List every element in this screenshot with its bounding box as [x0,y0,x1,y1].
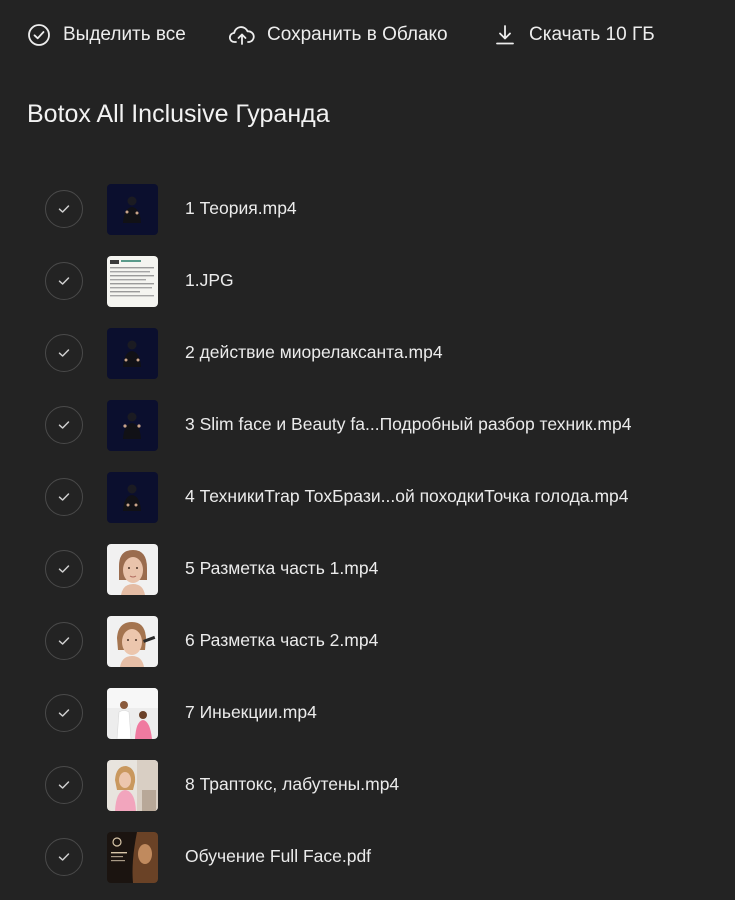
save-to-cloud-button[interactable]: Сохранить в Облако [229,21,448,49]
checkmark-icon [58,853,70,861]
file-name[interactable]: Обучение Full Face.pdf [185,846,371,867]
checkmark-icon [58,493,70,501]
download-label: Скачать 10 ГБ [529,24,655,45]
cloud-upload-icon [229,23,255,47]
checkmark-icon [58,421,70,429]
file-list: 1 Теория.mp4 1.JPG 2 действие миорелакса… [0,174,735,894]
file-name[interactable]: 1.JPG [185,270,234,291]
select-checkbox[interactable] [45,694,83,732]
file-row[interactable]: 8 Траптокс, лабутены.mp4 [0,750,735,822]
select-checkbox[interactable] [45,334,83,372]
checkmark-icon [58,781,70,789]
file-name[interactable]: 4 ТехникиTrap ТохБрази...ой походкиТочка… [185,486,629,507]
select-checkbox[interactable] [45,838,83,876]
video-lecture-thumbnail [107,472,158,523]
file-row[interactable]: 5 Разметка часть 1.mp4 [0,534,735,606]
select-all-button[interactable]: Выделить все [27,21,186,49]
file-name[interactable]: 7 Иньекции.mp4 [185,702,317,723]
checkmark-icon [58,277,70,285]
toolbar: Выделить все Сохранить в Облако Скачать … [0,0,735,70]
file-name[interactable]: 1 Теория.mp4 [185,198,297,219]
download-icon [493,23,517,47]
file-row[interactable]: Обучение Full Face.pdf [0,822,735,894]
video-lecture-thumbnail [107,328,158,379]
file-row[interactable]: 1 Теория.mp4 [0,174,735,246]
select-checkbox[interactable] [45,478,83,516]
checkmark-icon [58,565,70,573]
file-row[interactable]: 1.JPG [0,246,735,318]
select-checkbox[interactable] [45,622,83,660]
file-row[interactable]: 2 действие миорелаксанта.mp4 [0,318,735,390]
checkmark-icon [58,349,70,357]
video-lecture-thumbnail [107,184,158,235]
folder-title: Botox All Inclusive Гуранда [27,100,330,128]
checkmark-icon [58,709,70,717]
document-image-thumbnail [107,256,158,307]
checkmark-icon [58,637,70,645]
select-checkbox[interactable] [45,190,83,228]
select-checkbox[interactable] [45,550,83,588]
pdf-cover-thumbnail [107,832,158,883]
select-all-label: Выделить все [63,24,186,45]
select-checkbox[interactable] [45,262,83,300]
face-video-thumbnail [107,616,158,667]
file-row[interactable]: 4 ТехникиTrap ТохБрази...ой походкиТочка… [0,462,735,534]
file-name[interactable]: 3 Slim face и Beauty fa...Подробный разб… [185,414,631,435]
video-lecture-thumbnail [107,400,158,451]
file-row[interactable]: 7 Иньекции.mp4 [0,678,735,750]
file-row[interactable]: 6 Разметка часть 2.mp4 [0,606,735,678]
download-button[interactable]: Скачать 10 ГБ [493,21,655,49]
file-name[interactable]: 8 Траптокс, лабутены.mp4 [185,774,399,795]
clinic-video-thumbnail [107,688,158,739]
checkmark-icon [58,205,70,213]
file-name[interactable]: 6 Разметка часть 2.mp4 [185,630,378,651]
select-checkbox[interactable] [45,406,83,444]
save-to-cloud-label: Сохранить в Облако [267,24,448,45]
select-checkbox[interactable] [45,766,83,804]
file-name[interactable]: 2 действие миорелаксанта.mp4 [185,342,443,363]
file-name[interactable]: 5 Разметка часть 1.mp4 [185,558,378,579]
file-row[interactable]: 3 Slim face и Beauty fa...Подробный разб… [0,390,735,462]
check-circle-icon [27,23,51,47]
face-video-thumbnail [107,544,158,595]
clinic-video-thumbnail [107,760,158,811]
